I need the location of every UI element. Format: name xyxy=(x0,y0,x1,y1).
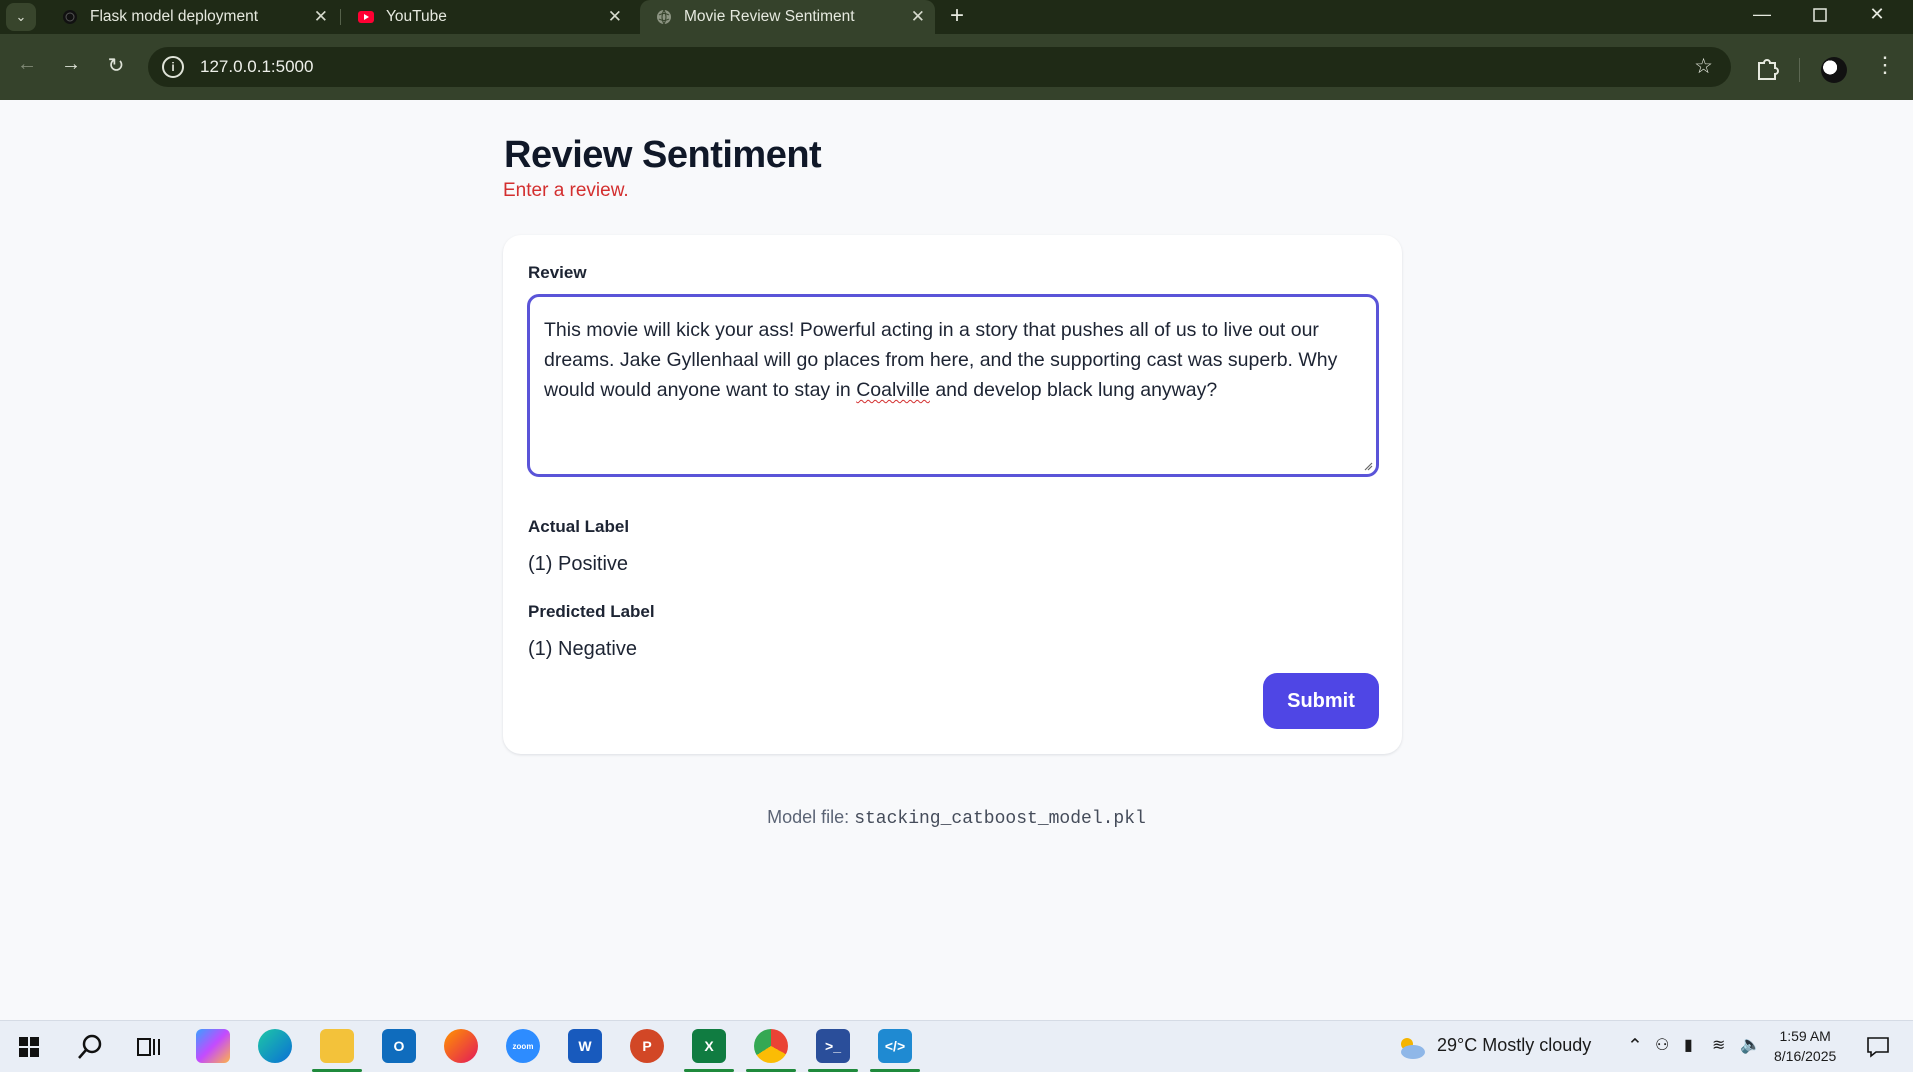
globe-icon xyxy=(657,9,671,25)
new-tab-button[interactable]: + xyxy=(950,2,964,30)
task-view-icon[interactable] xyxy=(137,1036,161,1058)
resize-handle-icon[interactable] xyxy=(1363,461,1373,471)
extensions-icon[interactable] xyxy=(1755,55,1779,81)
bookmark-star-icon[interactable]: ☆ xyxy=(1694,54,1713,79)
weather-cloudy-icon[interactable] xyxy=(1395,1033,1427,1061)
reload-icon: ↻ xyxy=(107,55,125,77)
tab-movie-review-sentiment[interactable]: Movie Review Sentiment ✕ xyxy=(640,0,935,34)
minimize-button[interactable]: — xyxy=(1742,4,1782,25)
browser-tab-strip: ⌄ Flask model deployment ✕ YouTube ✕ Mov… xyxy=(0,0,1913,34)
profile-avatar[interactable] xyxy=(1821,57,1847,83)
actual-label-title: Actual Label xyxy=(528,517,630,536)
outlook-icon[interactable]: O xyxy=(382,1029,416,1063)
review-label: Review xyxy=(528,263,587,282)
windows-taskbar: O zoom W P X >_ </> 29°C Mostly cloudy ⌃… xyxy=(0,1020,1913,1072)
wifi-icon[interactable]: ≋ xyxy=(1712,1035,1725,1055)
footer-prefix: Model file: xyxy=(767,807,855,827)
maximize-icon xyxy=(1813,8,1827,22)
tab-title: YouTube xyxy=(386,8,447,25)
review-text-end: and develop black lung anyway? xyxy=(929,379,1218,401)
more-menu-icon[interactable]: ⋮ xyxy=(1874,52,1896,78)
browser-toolbar: ← → ↻ i 127.0.0.1:5000 ☆ xyxy=(0,34,1913,100)
tab-youtube[interactable]: YouTube ✕ xyxy=(342,0,632,34)
word-icon[interactable]: W xyxy=(568,1029,602,1063)
forward-button[interactable]: → xyxy=(56,53,86,76)
review-textarea[interactable]: This movie will kick your ass! Powerful … xyxy=(527,294,1379,477)
reload-button[interactable]: ↻ xyxy=(101,53,131,78)
copilot-icon[interactable] xyxy=(196,1029,230,1063)
model-file-footer: Model file: stacking_catboost_model.pkl xyxy=(0,807,1913,829)
page-content: Review Sentiment Enter a review. Review … xyxy=(0,100,1913,1020)
close-icon[interactable]: ✕ xyxy=(608,7,622,27)
powerpoint-icon[interactable]: P xyxy=(630,1029,664,1063)
tab-title: Flask model deployment xyxy=(90,8,258,25)
url-text[interactable]: 127.0.0.1:5000 xyxy=(200,57,313,77)
toolbar-divider xyxy=(1799,58,1800,82)
battery-icon[interactable]: ▮ xyxy=(1684,1035,1693,1055)
zoom-icon[interactable]: zoom xyxy=(506,1029,540,1063)
tab-title: Movie Review Sentiment xyxy=(684,8,855,25)
clock-date: 8/16/2025 xyxy=(1774,1048,1837,1064)
misspelled-word: Coalville xyxy=(856,379,930,401)
vscode-icon[interactable]: </> xyxy=(878,1029,912,1063)
close-icon[interactable]: ✕ xyxy=(911,7,925,27)
chrome-icon[interactable] xyxy=(754,1029,788,1063)
clock-time: 1:59 AM xyxy=(1779,1028,1831,1044)
tab-search-button[interactable]: ⌄ xyxy=(6,3,36,31)
predicted-label-value: (1) Negative xyxy=(528,638,637,660)
review-form-card: Review This movie will kick your ass! Po… xyxy=(503,235,1402,754)
file-explorer-icon[interactable] xyxy=(320,1029,354,1063)
excel-icon[interactable]: X xyxy=(692,1029,726,1063)
arrow-left-icon: ← xyxy=(17,53,37,75)
globe-dark-icon xyxy=(63,10,77,24)
predicted-label-title: Predicted Label xyxy=(528,602,655,621)
tab-divider xyxy=(340,9,341,25)
back-button[interactable]: ← xyxy=(12,53,42,76)
powershell-icon[interactable]: >_ xyxy=(816,1029,850,1063)
arrow-right-icon: → xyxy=(61,53,81,75)
weather-text[interactable]: 29°C Mostly cloudy xyxy=(1437,1035,1591,1056)
search-icon[interactable] xyxy=(76,1033,104,1061)
model-file-name: stacking_catboost_model.pkl xyxy=(854,809,1146,829)
tab-flask-model-deployment[interactable]: Flask model deployment ✕ xyxy=(50,0,338,34)
chevron-up-icon[interactable]: ⌃ xyxy=(1627,1035,1643,1058)
submit-button[interactable]: Submit xyxy=(1263,673,1379,729)
meet-now-icon[interactable]: ⚇ xyxy=(1655,1035,1669,1055)
maximize-button[interactable] xyxy=(1800,4,1840,27)
notifications-icon[interactable] xyxy=(1866,1035,1890,1059)
system-clock[interactable]: 1:59 AM 8/16/2025 xyxy=(1774,1026,1836,1066)
volume-icon[interactable]: 🔈 xyxy=(1740,1035,1761,1055)
firefox-icon[interactable] xyxy=(444,1029,478,1063)
actual-label-value: (1) Positive xyxy=(528,553,629,575)
page-subtitle: Enter a review. xyxy=(503,180,629,201)
chevron-down-icon: ⌄ xyxy=(15,9,27,24)
close-window-button[interactable]: ✕ xyxy=(1857,4,1897,25)
windows-start-icon[interactable] xyxy=(19,1037,39,1057)
page-title: Review Sentiment xyxy=(504,134,822,176)
youtube-icon xyxy=(358,11,374,23)
close-icon[interactable]: ✕ xyxy=(314,7,328,27)
info-icon[interactable]: i xyxy=(162,56,184,78)
address-bar[interactable]: i 127.0.0.1:5000 ☆ xyxy=(148,47,1731,87)
edge-icon[interactable] xyxy=(258,1029,292,1063)
